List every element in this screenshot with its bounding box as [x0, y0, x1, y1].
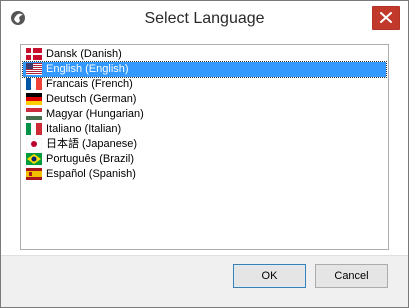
list-item-label: Português (Brazil) — [46, 153, 135, 165]
japan-flag-icon — [26, 138, 42, 150]
list-item-label: Magyar (Hungarian) — [46, 108, 144, 120]
close-icon — [380, 12, 392, 23]
close-button[interactable] — [372, 6, 400, 30]
list-item[interactable]: Magyar (Hungarian) — [23, 107, 386, 122]
list-item[interactable]: Deutsch (German) — [23, 92, 386, 107]
list-item[interactable]: Dansk (Danish) — [23, 47, 386, 62]
france-flag-icon — [26, 78, 42, 90]
hungary-flag-icon — [26, 108, 42, 120]
list-item-label: Español (Spanish) — [46, 168, 136, 180]
footer-divider — [1, 255, 408, 256]
list-item[interactable]: Português (Brazil) — [23, 152, 386, 167]
language-listbox[interactable]: Dansk (Danish) English (English) Francai… — [20, 44, 389, 250]
list-item[interactable]: 日本語 (Japanese) — [23, 137, 386, 152]
title-bar: Select Language — [1, 1, 408, 37]
list-item-label: Deutsch (German) — [46, 93, 137, 105]
germany-flag-icon — [26, 93, 42, 105]
denmark-flag-icon — [26, 48, 42, 60]
list-item[interactable]: Italiano (Italian) — [23, 122, 386, 137]
usa-flag-icon — [26, 63, 42, 75]
dialog-content: Dansk (Danish) English (English) Francai… — [1, 37, 408, 255]
italy-flag-icon — [26, 123, 42, 135]
select-language-dialog: Select Language Dansk (Danish) English (… — [0, 0, 409, 308]
brazil-flag-icon — [26, 153, 42, 165]
list-item-label: 日本語 (Japanese) — [46, 138, 138, 150]
list-item-selected[interactable]: English (English) — [22, 61, 387, 78]
dialog-title: Select Language — [144, 10, 265, 27]
list-item[interactable]: Español (Spanish) — [23, 167, 386, 182]
list-item-label: Italiano (Italian) — [46, 123, 122, 135]
cancel-button[interactable]: Cancel — [315, 264, 388, 288]
spain-flag-icon — [26, 168, 42, 180]
list-item-label: English (English) — [46, 63, 129, 75]
list-item[interactable]: Francais (French) — [23, 77, 386, 92]
list-item-label: Dansk (Danish) — [46, 48, 122, 60]
ok-button[interactable]: OK — [233, 264, 306, 288]
list-item-label: Francais (French) — [46, 78, 133, 90]
